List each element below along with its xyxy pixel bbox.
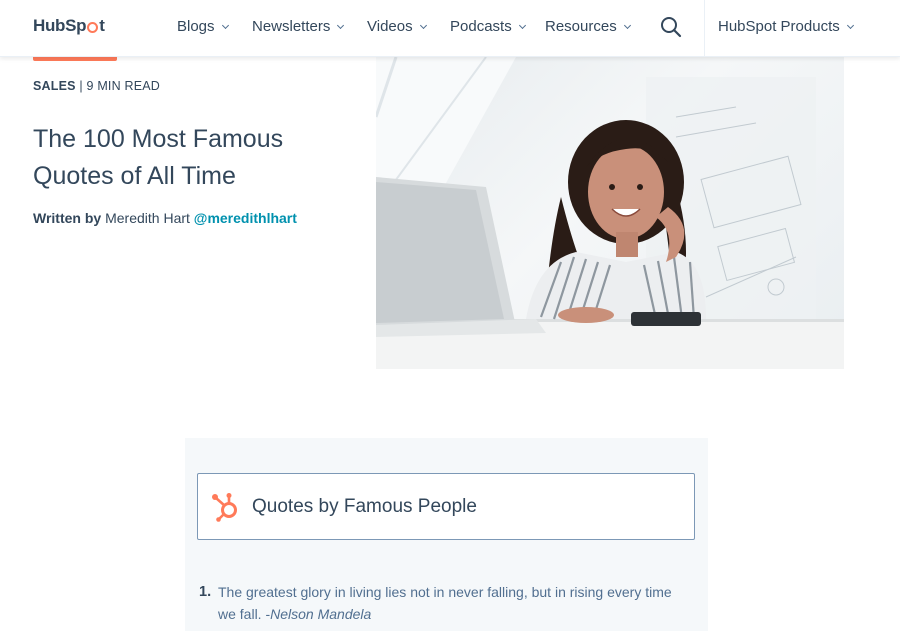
chevron-down-icon [419,21,427,29]
nav-resources[interactable]: Resources [545,18,631,35]
nav-divider [704,0,705,57]
site-header: HubSp t Blogs Newsletters Videos Podcasts… [0,0,900,57]
toc-card-famous-people[interactable]: Quotes by Famous People [197,473,695,540]
author-handle-link[interactable]: @meredithlhart [194,210,297,226]
hubspot-sprocket-icon [212,492,237,522]
nav-label: Newsletters [252,18,331,35]
chevron-down-icon [846,21,854,29]
accent-bar [33,57,117,61]
logo-text-end: t [99,16,105,35]
author-name[interactable]: Meredith Hart [105,210,190,226]
category-link[interactable]: SALES [33,79,76,93]
nav-newsletters[interactable]: Newsletters [252,18,345,35]
read-time: 9 MIN READ [86,79,161,93]
nav-label: HubSpot Products [718,18,840,35]
written-by-label: Written by [33,210,102,226]
nav-videos[interactable]: Videos [367,18,427,35]
meta-separator: | [79,79,87,93]
chevron-down-icon [623,21,631,29]
nav-hubspot-products[interactable]: HubSpot Products [718,18,854,35]
byline: Written by Meredith Hart @meredithlhart [33,210,297,226]
nav-label: Videos [367,18,413,35]
article-title: The 100 Most Famous Quotes of All Time [33,125,284,190]
nav-podcasts[interactable]: Podcasts [450,18,526,35]
quote-author: Nelson Mandela [270,606,372,622]
hubspot-logo[interactable]: HubSp t [33,16,105,36]
chevron-down-icon [518,21,526,29]
nav-label: Blogs [177,18,215,35]
nav-blogs[interactable]: Blogs [177,18,229,35]
logo-text: HubSp [33,16,87,35]
chevron-down-icon [337,21,345,29]
article-meta: SALES | 9 MIN READ [33,79,160,93]
quote-number: 1. [199,584,212,600]
quote-body: The greatest glory in living lies not in… [218,581,689,625]
hero-image [376,57,844,369]
search-icon[interactable] [660,16,682,38]
quote-item: 1. The greatest glory in living lies not… [199,581,689,625]
chevron-down-icon [221,21,229,29]
sprocket-icon [87,21,99,33]
table-of-contents: Quotes by Famous People 1. The greatest … [185,438,708,631]
nav-label: Resources [545,18,617,35]
toc-card-label: Quotes by Famous People [252,495,477,517]
nav-label: Podcasts [450,18,512,35]
